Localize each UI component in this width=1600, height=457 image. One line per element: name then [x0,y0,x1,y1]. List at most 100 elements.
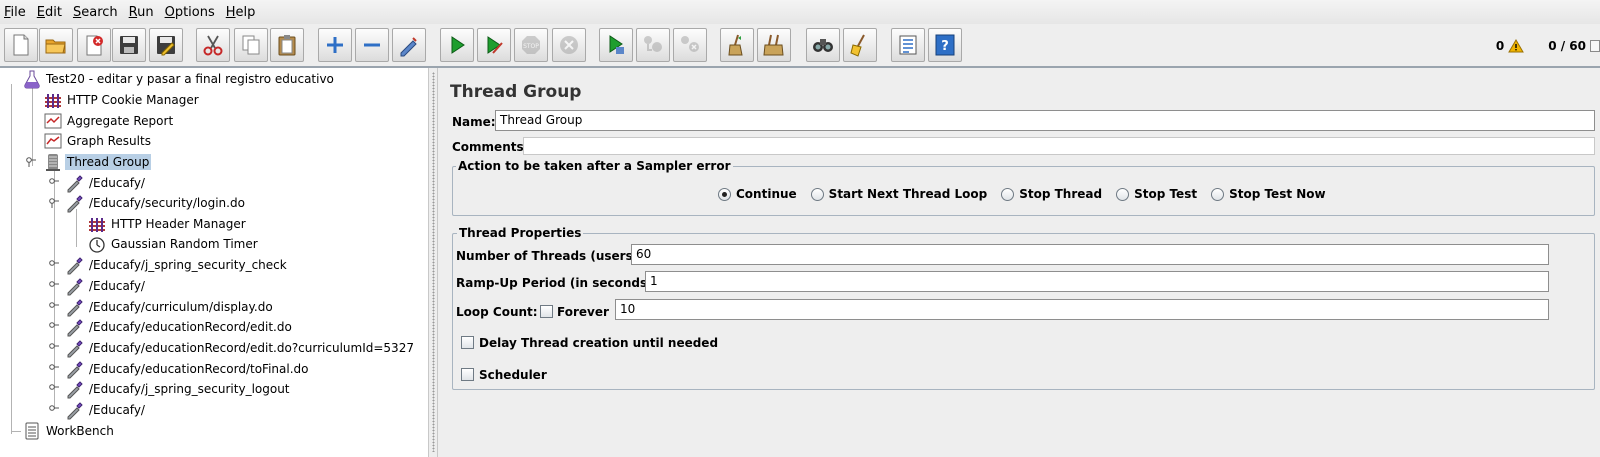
comments-field[interactable] [523,137,1595,155]
tree-expand-handle[interactable] [49,322,59,332]
menu-edit-label: dit [45,4,62,20]
tree-expand-handle[interactable] [49,364,59,374]
forever-checkbox[interactable] [540,305,553,318]
tree-node-aggregate-report[interactable]: Aggregate Report [43,111,175,131]
tree-node-sampler[interactable]: /Educafy/educationRecord/toFinal.do [65,359,310,379]
radio-button[interactable] [1211,187,1225,201]
svg-text:STOP: STOP [523,43,539,50]
paste-icon [278,35,296,56]
paste-button[interactable] [270,28,304,62]
collapse-all-button[interactable] [355,28,389,62]
sampler-pipette-icon [65,297,85,317]
radio-stop-test-now[interactable]: Stop Test Now [1211,187,1326,201]
tree-node-sampler[interactable]: /Educafy/ [65,400,147,420]
menu-file[interactable]: File [0,5,30,20]
tree-node-cookie-manager[interactable]: HTTP Cookie Manager [43,90,201,110]
new-button[interactable] [4,28,38,62]
radio-stop-thread[interactable]: Stop Thread [1001,187,1102,201]
page-title: Thread Group [450,82,582,102]
tree-node-sampler[interactable]: /Educafy/ [65,173,147,193]
stop-button[interactable]: STOP [514,28,548,62]
shutdown-icon [560,36,578,54]
forever-label: Forever [557,305,609,319]
tree-node-test-plan[interactable]: Test20 - editar y pasar a final registro… [22,69,336,89]
radio-button[interactable] [810,187,824,201]
shutdown-button[interactable] [552,28,586,62]
ramp-up-period-field[interactable]: 1 [645,271,1549,292]
tree-node-label: WorkBench [46,424,114,438]
start-button[interactable] [440,28,474,62]
remote-start-button[interactable] [599,28,633,62]
menu-edit[interactable]: Edit [33,5,66,20]
active-threads-counter: 0 / 60 [1548,39,1586,53]
tree-node-sampler[interactable]: /Educafy/ [65,276,147,296]
tree-node-timer[interactable]: Gaussian Random Timer [87,234,260,254]
remote-stop-button[interactable] [636,28,670,62]
warning-icon[interactable] [1508,39,1525,53]
test-plan-tree[interactable]: Test20 - editar y pasar a final registro… [0,68,428,457]
function-helper-button[interactable] [891,28,925,62]
tree-node-sampler[interactable]: /Educafy/j_spring_security_logout [65,379,292,399]
expand-all-button[interactable] [318,28,352,62]
radio-label: Stop Test [1134,187,1198,201]
reset-search-button[interactable] [843,28,877,62]
loop-count-field[interactable]: 10 [615,299,1549,320]
menu-search[interactable]: Search [69,5,122,20]
tree-expand-handle[interactable] [49,260,59,270]
timer-icon [87,234,107,254]
copy-button[interactable] [234,28,268,62]
toggle-button[interactable] [392,28,426,62]
tree-expand-handle[interactable] [49,281,59,291]
tree-expand-handle[interactable] [49,178,59,188]
tree-node-workbench[interactable]: WorkBench [22,421,116,441]
search-button[interactable] [806,28,840,62]
help-button[interactable]: ? [928,28,962,62]
split-pane-divider[interactable] [428,68,438,457]
name-field[interactable]: Thread Group [495,110,1595,131]
menu-run[interactable]: Run [125,5,158,20]
tree-node-sampler[interactable]: /Educafy/educationRecord/edit.do [65,317,294,337]
sampler-pipette-icon [65,338,85,358]
tree-guide-line [11,431,21,432]
tree-node-sampler[interactable]: /Educafy/j_spring_security_check [65,255,289,275]
radio-button[interactable] [1001,187,1015,201]
remote-start-icon [609,35,624,54]
tree-node-label: /Educafy/ [89,403,145,417]
tree-expand-handle[interactable] [49,343,59,353]
tree-expand-handle[interactable] [49,384,59,394]
open-button[interactable] [39,28,73,62]
name-label: Name: [452,115,496,129]
tree-expand-handle[interactable] [49,405,59,415]
save-button[interactable] [112,28,146,62]
tree-collapse-handle[interactable] [49,198,59,208]
radio-label: Start Next Thread Loop [828,187,988,201]
tree-expand-handle[interactable] [49,302,59,312]
close-button[interactable] [77,28,111,62]
tree-node-graph-results[interactable]: Graph Results [43,131,153,151]
start-no-pauses-button[interactable] [477,28,511,62]
delay-thread-creation-checkbox[interactable] [461,336,474,349]
number-of-threads-field[interactable]: 60 [631,244,1549,265]
radio-stop-test[interactable]: Stop Test [1116,187,1197,201]
tree-node-header-manager[interactable]: HTTP Header Manager [87,214,248,234]
tree-node-thread-group[interactable]: Thread Group [43,152,152,172]
menu-options[interactable]: Options [161,5,219,20]
remote-shutdown-button[interactable] [673,28,707,62]
header-manager-icon [87,214,107,234]
scheduler-checkbox[interactable] [461,368,474,381]
tree-node-sampler[interactable]: /Educafy/security/login.do [65,193,247,213]
tree-node-sampler[interactable]: /Educafy/educationRecord/edit.do?curricu… [65,338,416,358]
radio-button-selected[interactable] [718,187,731,201]
tree-node-sampler[interactable]: /Educafy/curriculum/display.do [65,297,275,317]
radio-start-next-thread-loop[interactable]: Start Next Thread Loop [810,187,988,201]
search-icon [813,39,833,52]
radio-button[interactable] [1116,187,1130,201]
clear-button[interactable] [720,28,754,62]
clear-all-button[interactable] [757,28,791,62]
cut-button[interactable] [196,28,230,62]
radio-continue[interactable]: Continue [718,187,797,201]
menu-help[interactable]: Help [222,5,260,20]
scheduler-label: Scheduler [479,368,547,382]
save-as-button[interactable] [149,28,183,62]
tree-collapse-handle[interactable] [26,157,36,167]
